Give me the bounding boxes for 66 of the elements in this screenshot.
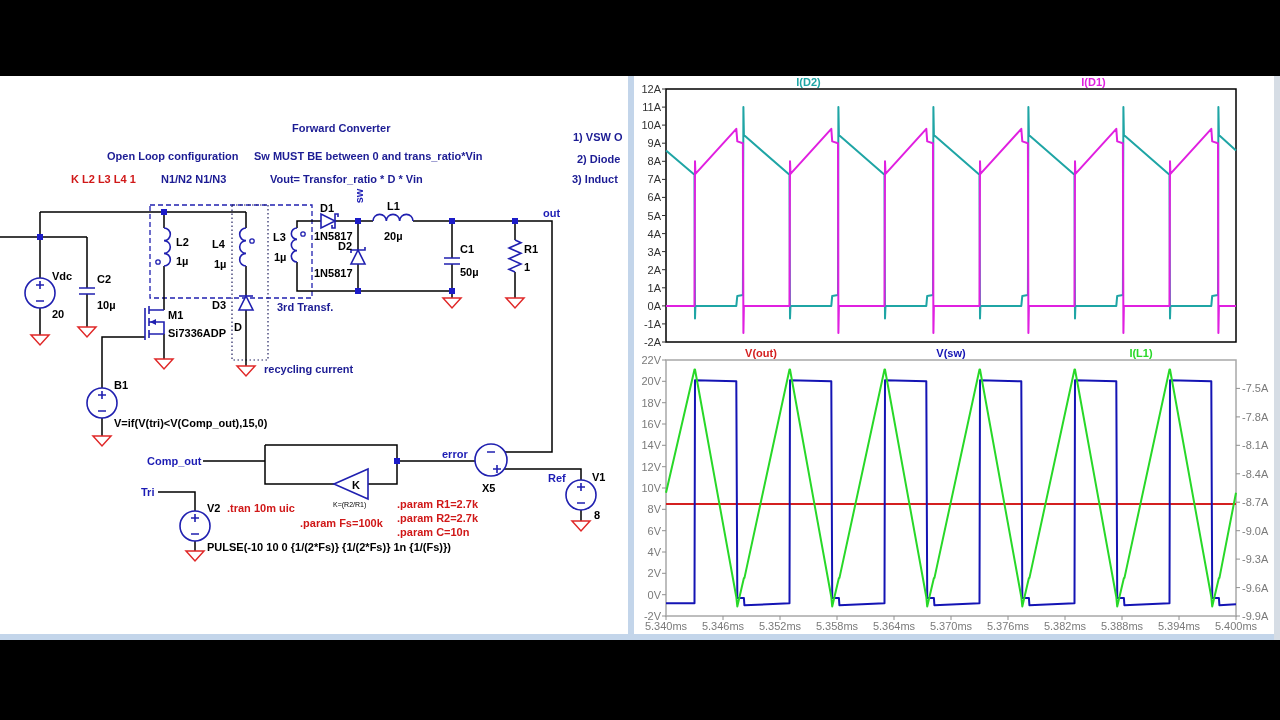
comment-text: 3) Induct xyxy=(572,173,618,185)
y-tick-label: -8.7A xyxy=(1242,496,1269,509)
trace-name: I(L1) xyxy=(1129,348,1153,359)
y-tick-label: 16V xyxy=(641,418,661,430)
x-tick-label: 5.364ms xyxy=(872,620,916,632)
comment-text: N1/N2 N1/N3 xyxy=(161,173,227,185)
component-label: L1 xyxy=(387,200,400,212)
y-tick-label: 9A xyxy=(647,137,661,150)
y-tick-label: 4V xyxy=(647,546,661,558)
x-tick-label: 5.340ms xyxy=(644,620,688,632)
trace-name: I(D1) xyxy=(1081,76,1106,88)
x-tick-label: 5.400ms xyxy=(1214,620,1258,632)
y-tick-label: 5A xyxy=(647,209,661,222)
y-tick-label: -1A xyxy=(643,317,661,330)
x-tick-label: 5.352ms xyxy=(758,620,802,632)
y-tick-label: -2V xyxy=(643,610,661,622)
comment-text: Vout= Transfor_ratio * D * Vin xyxy=(270,173,423,185)
y-tick-label: 6V xyxy=(647,524,661,537)
y-tick-label: 8A xyxy=(647,155,661,168)
y-tick-label: -8.4A xyxy=(1242,467,1269,480)
comment-text: Sw MUST BE between 0 and trans_ratio*Vin xyxy=(254,150,483,162)
y-tick-label: -8.1A xyxy=(1242,439,1269,452)
y-tick-label: 0A xyxy=(647,299,661,312)
x-tick-label: 5.382ms xyxy=(1043,620,1087,632)
trace-name: V(out) xyxy=(745,348,777,359)
schematic-title: Forward Converter xyxy=(292,122,391,134)
y-tick-label: -9.6A xyxy=(1242,581,1269,594)
y-tick-label: 12V xyxy=(641,460,661,473)
y-tick-label: 10A xyxy=(641,119,661,132)
trace-name: V(sw) xyxy=(936,348,966,359)
y-tick-label: 6A xyxy=(647,191,661,204)
y-tick-label: -9.0A xyxy=(1242,524,1269,537)
y-tick-label: 4A xyxy=(647,227,661,240)
comment-text: Open Loop configuration xyxy=(107,150,239,162)
net-label: sw xyxy=(353,188,365,204)
x-tick-label: 5.346ms xyxy=(701,620,745,632)
y-tick-label: -2A xyxy=(643,336,661,348)
y-tick-label: -9.9A xyxy=(1242,610,1269,622)
x-tick-label: 5.388ms xyxy=(1100,620,1144,632)
component-value: 8 xyxy=(594,509,601,521)
x-tick-label: 5.394ms xyxy=(1157,620,1201,632)
y-tick-label: -9.3A xyxy=(1242,553,1269,566)
comment-text: 2) Diode xyxy=(577,153,621,165)
y-tick-label: 22V xyxy=(641,354,661,366)
y-tick-label: 2A xyxy=(647,263,661,276)
y-tick-label: 1A xyxy=(647,281,661,294)
y-tick-label: -7.8A xyxy=(1242,410,1269,423)
y-tick-label: 0V xyxy=(647,588,661,601)
directive-text: K L2 L3 L4 1 xyxy=(71,173,136,185)
trace-name: I(D2) xyxy=(796,76,821,88)
comment-text: 1) VSW O xyxy=(573,131,623,143)
x-tick-label: 5.358ms xyxy=(815,620,859,632)
y-tick-label: -7.5A xyxy=(1242,382,1269,395)
y-tick-label: 8V xyxy=(647,503,661,516)
x-tick-label: 5.370ms xyxy=(929,620,973,632)
y-tick-label: 20V xyxy=(641,375,661,388)
y-tick-label: 11A xyxy=(642,101,661,114)
y-tick-label: 12A xyxy=(641,83,661,95)
component-label: V1 xyxy=(592,471,606,483)
y-tick-label: 14V xyxy=(641,439,661,452)
x-tick-label: 5.376ms xyxy=(986,620,1030,632)
y-tick-label: 7A xyxy=(647,173,661,186)
y-tick-label: 3A xyxy=(647,245,661,258)
y-tick-label: 2V xyxy=(647,567,661,580)
y-tick-label: 10V xyxy=(641,482,661,494)
y-tick-label: 18V xyxy=(641,396,661,409)
